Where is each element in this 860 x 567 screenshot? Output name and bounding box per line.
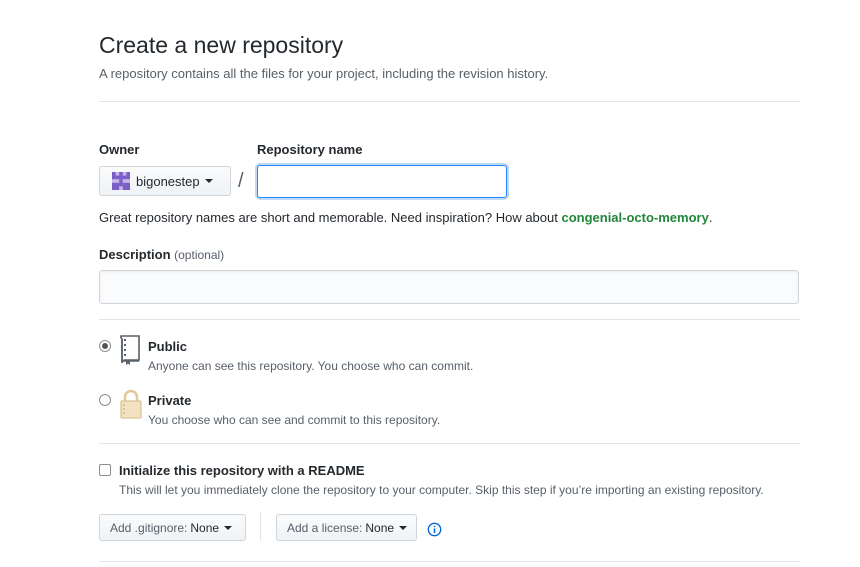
private-title: Private — [148, 393, 192, 408]
public-description: Anyone can see this repository. You choo… — [148, 359, 474, 373]
divider — [99, 101, 800, 102]
owner-select-button[interactable]: bigonestep — [99, 166, 231, 196]
description-label: Description (optional) — [99, 247, 224, 262]
repo-name-hint: Great repository names are short and mem… — [99, 210, 712, 225]
readme-description: This will let you immediately clone the … — [119, 483, 764, 497]
license-label: Add a license: — [287, 520, 363, 535]
gitignore-value: None — [190, 520, 220, 535]
owner-label: Owner — [99, 142, 140, 157]
hint-text: Great repository names are short and mem… — [99, 210, 562, 225]
chevron-down-icon — [204, 179, 213, 183]
description-label-text: Description — [99, 247, 171, 262]
info-icon[interactable] — [427, 522, 442, 537]
description-input[interactable] — [99, 270, 799, 304]
page-subtitle: A repository contains all the files for … — [99, 66, 549, 81]
divider — [99, 561, 800, 562]
hint-end: . — [708, 210, 713, 225]
license-select-button[interactable]: Add a license: None — [276, 514, 417, 541]
public-title: Public — [148, 339, 188, 354]
license-value: None — [365, 520, 395, 535]
lock-icon — [120, 389, 142, 419]
private-description: You choose who can see and commit to thi… — [148, 413, 441, 427]
gitignore-label: Add .gitignore: — [110, 520, 188, 535]
readme-label[interactable]: Initialize this repository with a README — [119, 463, 365, 478]
public-radio[interactable] — [99, 340, 111, 352]
private-radio[interactable] — [99, 394, 111, 406]
gitignore-select-button[interactable]: Add .gitignore: None — [99, 514, 246, 541]
owner-repo-separator: / — [238, 170, 244, 192]
repo-name-label: Repository name — [257, 142, 363, 157]
divider — [99, 319, 800, 320]
identicon-avatar-icon — [112, 172, 130, 190]
chevron-down-icon — [399, 525, 408, 530]
chevron-down-icon — [224, 525, 233, 530]
readme-checkbox[interactable] — [99, 464, 111, 476]
vertical-divider — [260, 512, 261, 541]
optional-tag: (optional) — [174, 248, 225, 262]
divider — [99, 443, 800, 444]
repo-name-input[interactable] — [257, 165, 507, 198]
name-suggestion[interactable]: congenial-octo-memory — [561, 210, 708, 225]
repo-book-icon — [120, 335, 140, 365]
owner-name: bigonestep — [136, 173, 200, 189]
create-repo-page: Create a new repository A repository con… — [0, 0, 860, 567]
page-title: Create a new repository — [99, 32, 344, 58]
